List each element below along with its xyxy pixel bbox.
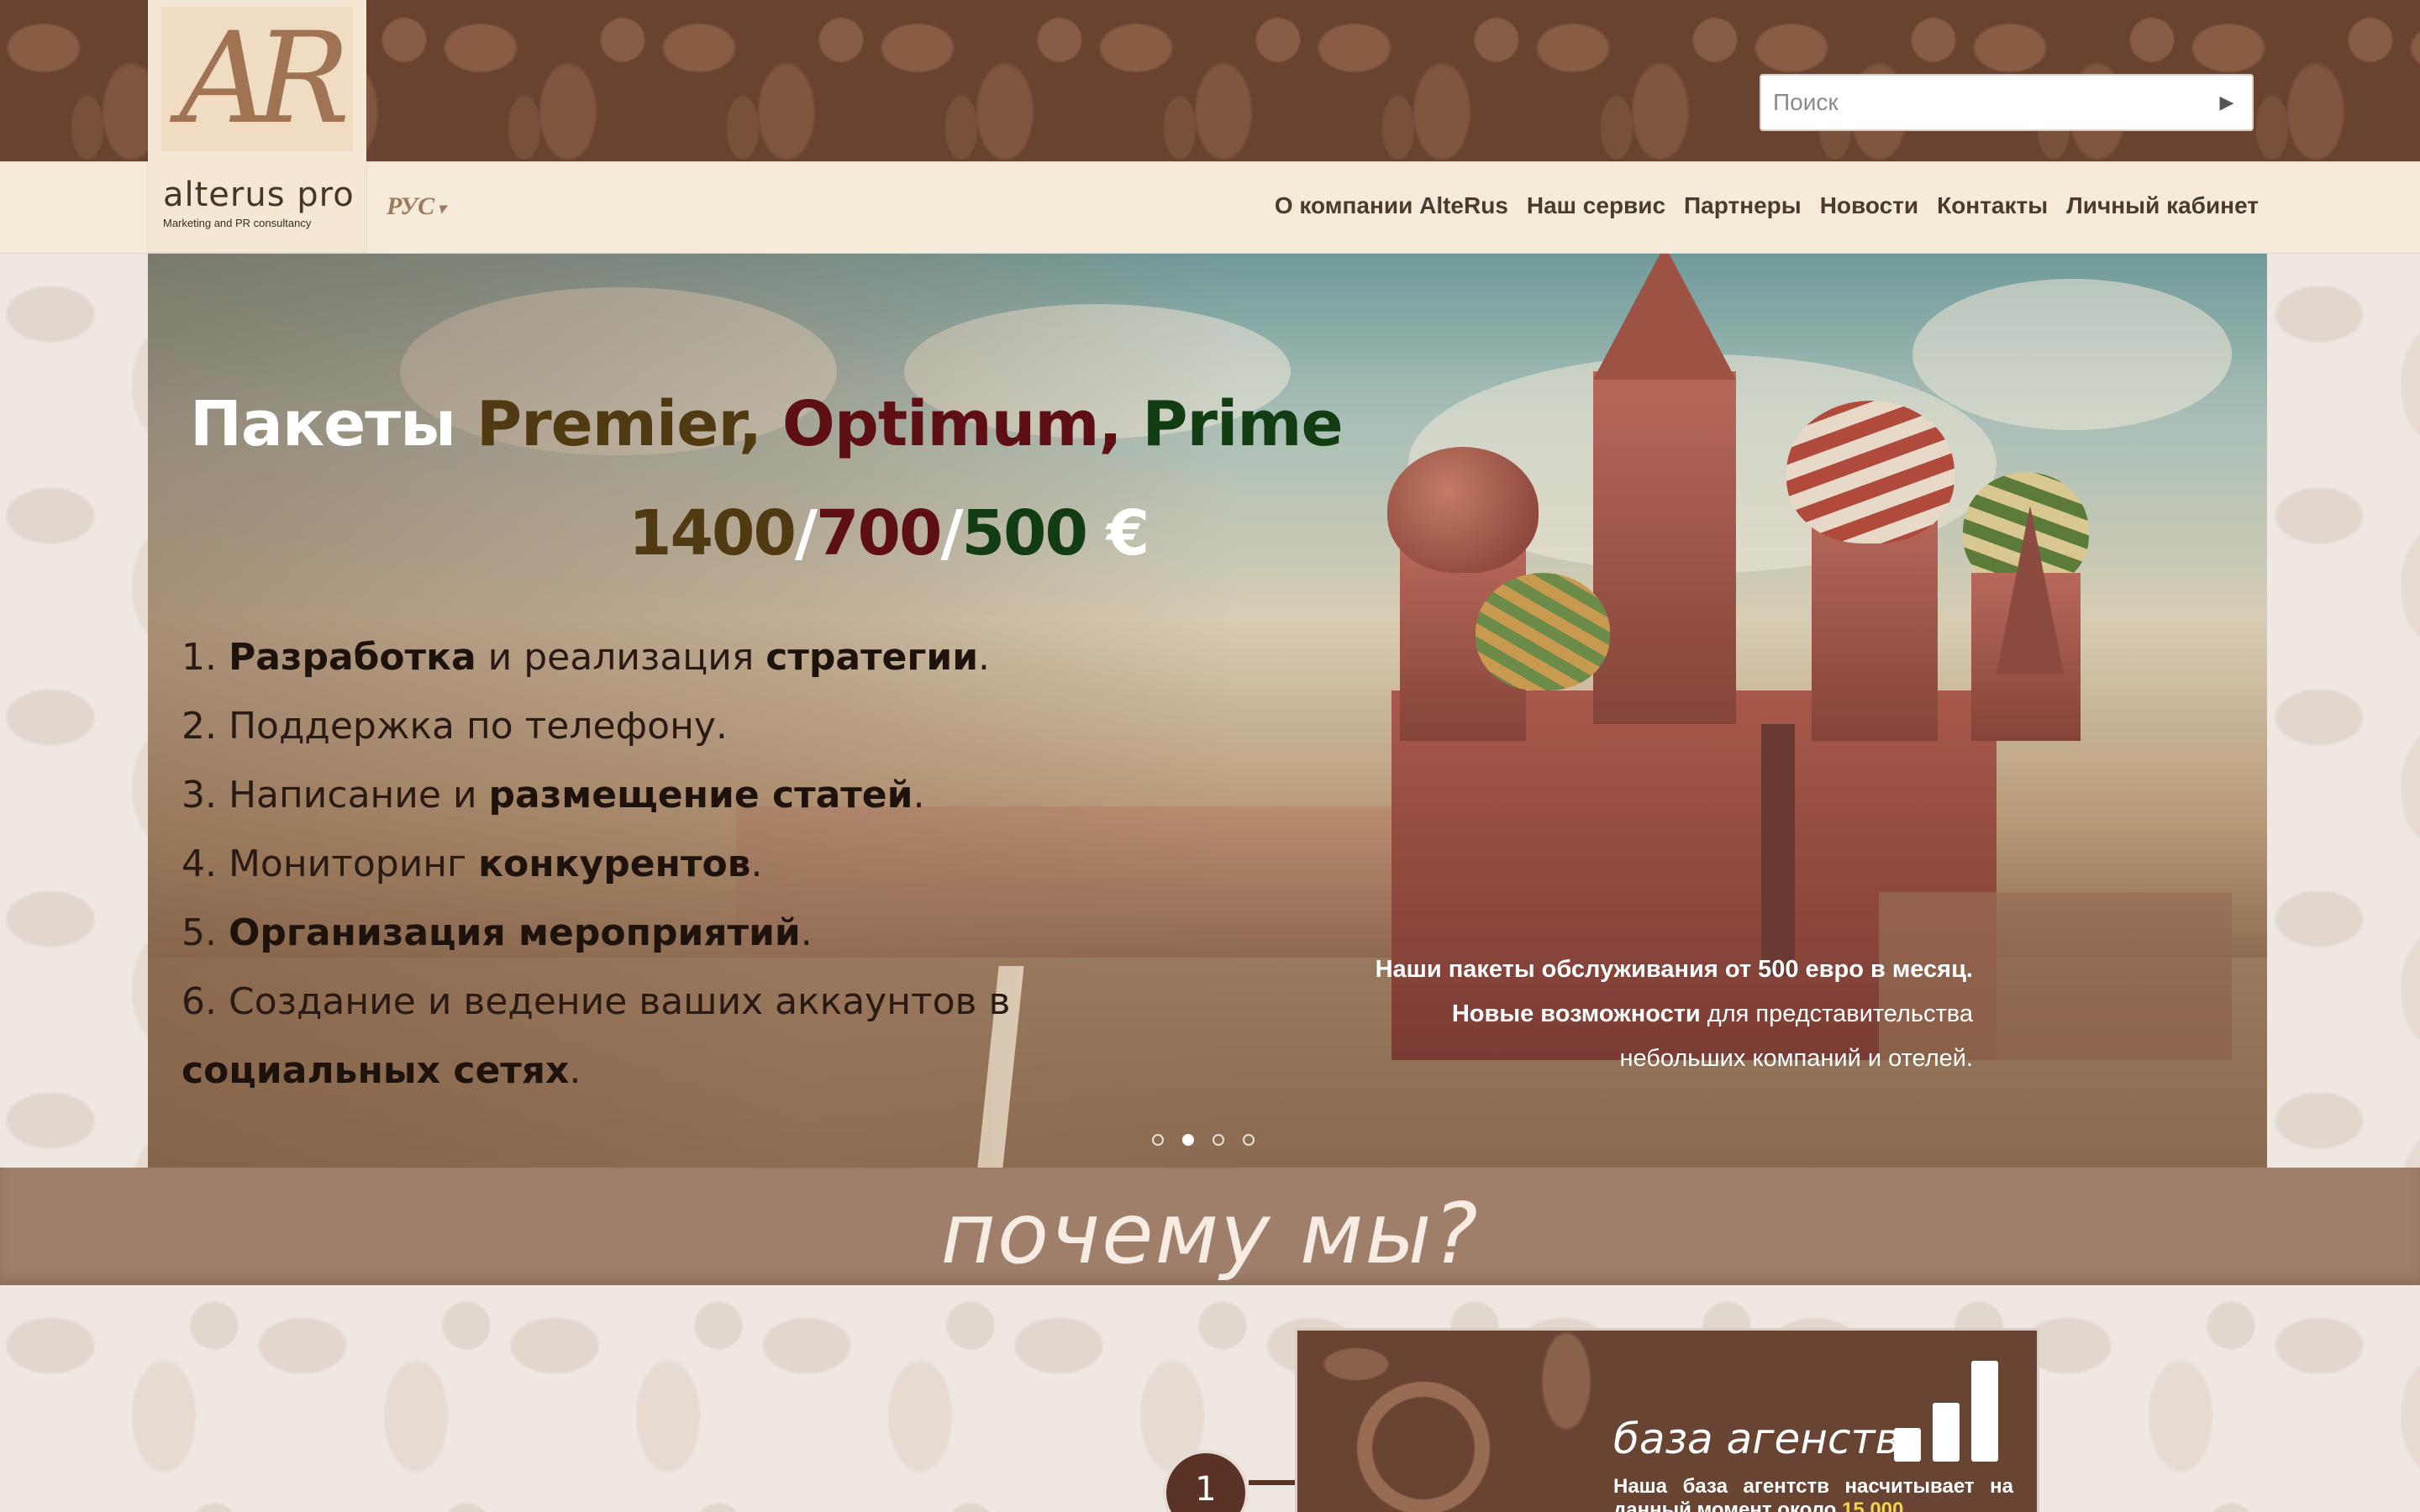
logo[interactable]: AR alterus pro Marketing and PR consulta… bbox=[148, 0, 366, 252]
agency-text-main: Наша база агентств насчитывает на данный… bbox=[1613, 1475, 2013, 1512]
logo-text: alterus pro bbox=[163, 176, 355, 214]
list-text: и реализация bbox=[476, 636, 766, 679]
services-list: 1. Разработка и реализация стратегии. 2.… bbox=[182, 623, 1123, 1105]
list-bold: размещение статей bbox=[488, 774, 913, 816]
price-prime: 500 bbox=[961, 497, 1088, 570]
slider-dot-1[interactable] bbox=[1152, 1134, 1164, 1146]
cathedral-dome bbox=[1786, 401, 1954, 543]
agency-count: 15 000 bbox=[1841, 1499, 1904, 1512]
hero-side-caption: Наши пакеты обслуживания от 500 евро в м… bbox=[1376, 956, 1973, 1073]
list-item: 6. Создание и ведение ваших аккаунтов в … bbox=[182, 968, 1123, 1105]
logo-subtitle: Marketing and PR consultancy bbox=[163, 217, 312, 229]
nav-item-about[interactable]: О компании AlteRus bbox=[1275, 192, 1508, 219]
card-ornament bbox=[1297, 1331, 1634, 1512]
list-item: 1. Разработка и реализация стратегии. bbox=[182, 623, 1123, 692]
slider-dot-4[interactable] bbox=[1243, 1134, 1255, 1146]
list-bold: Организация мероприятий bbox=[228, 911, 801, 954]
cathedral-tower bbox=[1593, 371, 1736, 724]
agency-card-text: Наша база агентств насчитывает на данный… bbox=[1613, 1475, 2013, 1512]
slider-dot-3[interactable] bbox=[1213, 1134, 1224, 1146]
list-text: Создание и ведение ваших аккаунтов в bbox=[228, 980, 1011, 1023]
list-num: 6. bbox=[182, 980, 229, 1023]
nav-item-service[interactable]: Наш сервис bbox=[1527, 192, 1665, 219]
search-box: ▶ bbox=[1760, 74, 2254, 131]
list-bold: конкурентов bbox=[478, 843, 751, 885]
hero-prices: 1400/700/500 € bbox=[629, 497, 1150, 570]
language-label: РУС bbox=[387, 192, 435, 220]
nav-item-contacts[interactable]: Контакты bbox=[1937, 192, 2048, 219]
nav-menu: О компании AlteRus Наш сервис Партнеры Н… bbox=[1275, 192, 2259, 219]
price-premier: 1400 bbox=[629, 497, 797, 570]
nav-item-account[interactable]: Личный кабинет bbox=[2066, 192, 2259, 219]
step-connector bbox=[1249, 1480, 1299, 1485]
bar-chart-icon bbox=[1894, 1361, 2003, 1462]
list-text: . bbox=[569, 1049, 581, 1092]
title-optimum: Optimum, bbox=[761, 388, 1123, 460]
cathedral-dome bbox=[1476, 573, 1610, 690]
cathedral-spire bbox=[1593, 254, 1736, 380]
list-text: Мониторинг bbox=[228, 843, 479, 885]
list-num: 2. bbox=[182, 705, 229, 748]
language-switcher[interactable]: РУС ▾ bbox=[387, 192, 445, 221]
price-currency: € bbox=[1086, 497, 1150, 570]
chevron-down-icon: ▾ bbox=[438, 199, 446, 217]
search-input[interactable] bbox=[1761, 76, 2202, 129]
hero-title: Пакеты Premier, Optimum, Prime bbox=[190, 388, 1344, 460]
why-us-band: почему мы? bbox=[0, 1168, 2420, 1285]
caption-line-3: небольших компаний и отелей. bbox=[1619, 1045, 1973, 1072]
slider-dot-2[interactable] bbox=[1182, 1134, 1194, 1146]
caption-bold: Новые возможности bbox=[1451, 1000, 1701, 1027]
list-bold: стратегии bbox=[765, 636, 979, 679]
list-text: . bbox=[978, 636, 991, 679]
list-text: Написание и bbox=[228, 774, 489, 816]
bar-chart-icon-bar bbox=[1933, 1403, 1960, 1462]
agency-database-card: база агенств Наша база агентств насчитыв… bbox=[1297, 1331, 2037, 1512]
slider-pagination bbox=[1152, 1134, 1255, 1146]
bar-chart-icon-bar bbox=[1971, 1361, 1998, 1462]
caption-rest: для представительства bbox=[1700, 1000, 1973, 1027]
play-arrow-icon[interactable]: ▶ bbox=[2202, 76, 2252, 129]
why-us-title: почему мы? bbox=[940, 1184, 1480, 1283]
logo-mark: AR bbox=[161, 6, 353, 152]
title-prefix: Пакеты bbox=[190, 388, 476, 460]
list-num: 4. bbox=[182, 843, 229, 885]
list-bold: социальных сетях bbox=[182, 1049, 570, 1092]
cathedral-pillar bbox=[1761, 724, 1795, 976]
nav-item-partners[interactable]: Партнеры bbox=[1684, 192, 1802, 219]
list-item: 3. Написание и размещение статей. bbox=[182, 761, 1123, 830]
list-item: 4. Мониторинг конкурентов. bbox=[182, 830, 1123, 899]
list-text: . bbox=[800, 911, 813, 954]
caption-line-2: Новые возможности для представительства bbox=[1376, 1000, 1973, 1028]
price-separator: / bbox=[794, 497, 818, 570]
nav-item-news[interactable]: Новости bbox=[1820, 192, 1918, 219]
price-optimum: 700 bbox=[816, 497, 942, 570]
list-text: . bbox=[913, 774, 925, 816]
price-separator: / bbox=[940, 497, 963, 570]
list-item: 2. Поддержка по телефону. bbox=[182, 692, 1123, 761]
list-num: 3. bbox=[182, 774, 229, 816]
list-text: . bbox=[750, 843, 763, 885]
list-bold: Разработка bbox=[228, 636, 476, 679]
caption-line-1: Наши пакеты обслуживания от 500 евро в м… bbox=[1375, 956, 1973, 983]
title-premier: Premier, bbox=[476, 388, 762, 460]
list-num: 1. bbox=[182, 636, 229, 679]
agency-card-title: база агенств bbox=[1613, 1415, 1901, 1463]
cathedral-dome bbox=[1387, 447, 1539, 573]
title-prime: Prime bbox=[1121, 388, 1343, 460]
hero-slider: Пакеты Premier, Optimum, Prime 1400/700/… bbox=[148, 254, 2267, 1168]
list-num: 5. bbox=[182, 911, 229, 954]
list-item: 5. Организация мероприятий. bbox=[182, 899, 1123, 968]
list-text: Поддержка по телефону. bbox=[228, 705, 728, 748]
cathedral-spire bbox=[1996, 506, 2064, 674]
